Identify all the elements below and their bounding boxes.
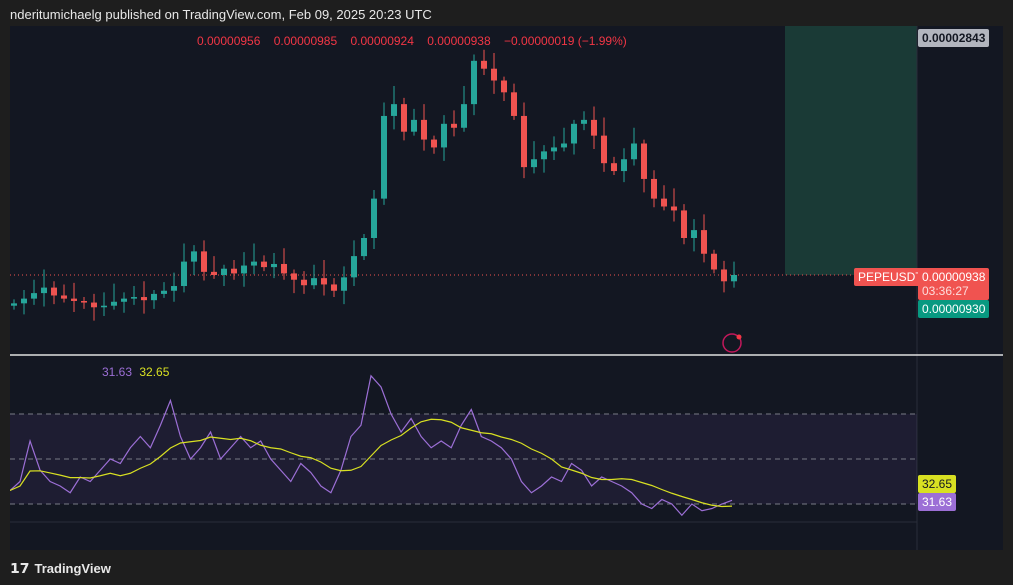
candle-body: [511, 92, 517, 116]
last-price-label: 0.00000938 03:36:27: [918, 268, 990, 300]
candle-body: [381, 115, 387, 199]
candle-body: [81, 300, 87, 303]
rsi-ma-axis-label: 32.65: [918, 475, 957, 493]
candle-body: [731, 275, 737, 282]
candle-body: [101, 305, 107, 308]
candle-body: [551, 147, 557, 152]
candle-body: [351, 256, 357, 278]
candle-body: [331, 284, 337, 291]
candle-body: [471, 60, 477, 105]
target-price-label: 0.00002843: [918, 29, 990, 47]
candle-body: [591, 119, 597, 136]
candle-body: [621, 159, 627, 172]
candle-body: [361, 237, 367, 257]
candle-body: [421, 119, 427, 140]
candle-body: [411, 119, 417, 132]
notification-dot: [736, 334, 742, 340]
long-position-target-zone: [785, 26, 917, 275]
ohlc-close: 0.00000938: [427, 34, 491, 48]
candle-body: [151, 293, 157, 301]
candle-body: [371, 198, 377, 238]
candle-body: [491, 68, 497, 81]
candle-body: [571, 123, 577, 144]
candle-body: [661, 198, 667, 207]
candle-body: [311, 278, 317, 286]
candle-body: [271, 263, 277, 268]
rsi-axis-label: 31.63: [918, 493, 957, 511]
ohlc-legend: 0.00000956 0.00000985 0.00000924 0.00000…: [197, 34, 637, 48]
candle-body: [671, 206, 677, 211]
candle-body: [261, 261, 267, 268]
candle-body: [481, 60, 487, 69]
bar-countdown: 03:36:27: [922, 284, 969, 298]
candle-body: [171, 286, 177, 291]
rsi-ma-legend-value: 32.65: [139, 365, 170, 379]
candle-body: [241, 265, 247, 274]
candle-body: [651, 178, 657, 199]
candle-body: [681, 210, 687, 238]
candle-body: [51, 287, 57, 296]
candle-body: [581, 119, 587, 124]
candle-body: [31, 293, 37, 299]
ohlc-low: 0.00000924: [350, 34, 414, 48]
published-caption: nderitumichaelg published on TradingView…: [10, 7, 432, 22]
rsi-legend-value: 31.63: [102, 365, 133, 379]
candle-body: [341, 277, 347, 291]
tradingview-logo-icon: 𝟭𝟳: [10, 560, 30, 576]
tradingview-snapshot: nderitumichaelg published on TradingView…: [0, 0, 1013, 585]
ohlc-open: 0.00000956: [197, 34, 261, 48]
candle-body: [611, 163, 617, 172]
candle-body: [21, 298, 27, 304]
chart-frame[interactable]: 0.00000956 0.00000985 0.00000924 0.00000…: [10, 26, 1003, 550]
candle-body: [391, 104, 397, 116]
candle-body: [701, 230, 707, 254]
candle-body: [501, 80, 507, 93]
chart-canvas[interactable]: [10, 26, 1003, 550]
candle-body: [451, 123, 457, 128]
candle-body: [711, 253, 717, 270]
candle-body: [281, 263, 287, 274]
candle-body: [41, 287, 47, 294]
candle-body: [201, 251, 207, 272]
symbol-label: PEPEUSDT: [854, 268, 927, 286]
candle-body: [291, 273, 297, 280]
candle-body: [11, 303, 17, 306]
candle-body: [111, 301, 117, 306]
ohlc-change: −0.00000019 (−1.99%): [504, 34, 627, 48]
bid-price-label: 0.00000930: [918, 300, 990, 318]
candle-body: [301, 279, 307, 286]
ohlc-high: 0.00000985: [273, 34, 338, 48]
candle-body: [541, 151, 547, 160]
candle-body: [431, 139, 437, 148]
candle-body: [91, 302, 97, 308]
candle-body: [601, 135, 607, 164]
candle-body: [131, 297, 137, 299]
candle-body: [61, 295, 67, 299]
candle-body: [721, 269, 727, 282]
candle-body: [321, 278, 327, 285]
candle-body: [631, 143, 637, 160]
candle-body: [211, 271, 217, 275]
candle-body: [141, 297, 147, 301]
candle-body: [441, 123, 447, 148]
tradingview-logo[interactable]: 𝟭𝟳 TradingView: [10, 560, 111, 577]
candle-body: [181, 261, 187, 287]
candle-body: [71, 298, 77, 301]
candle-body: [161, 290, 167, 294]
candle-body: [221, 268, 227, 275]
last-price: 0.00000938: [922, 270, 986, 284]
candle-body: [251, 261, 257, 266]
tradingview-logo-text: TradingView: [34, 561, 111, 576]
candle-body: [121, 298, 127, 302]
rsi-legend: 31.63 32.65: [102, 365, 169, 379]
candle-body: [531, 159, 537, 168]
candle-body: [231, 268, 237, 274]
candle-body: [461, 104, 467, 128]
candle-body: [561, 143, 567, 148]
candle-body: [521, 115, 527, 168]
candle-body: [191, 251, 197, 262]
candle-body: [401, 104, 407, 132]
candle-body: [691, 230, 697, 238]
candle-body: [641, 143, 647, 179]
